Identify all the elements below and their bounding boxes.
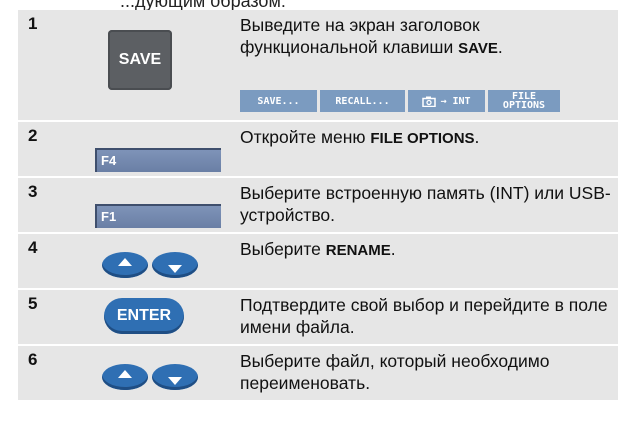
step-row-1: 1 SAVE Выведите на экран заголовок функц… xyxy=(18,10,618,122)
step-text: Выберите файл, который необходимо переим… xyxy=(240,351,550,393)
step-number: 2 xyxy=(28,126,38,145)
save-key-icon: SAVE xyxy=(108,30,172,90)
function-key-menu: SAVE... RECALL... → INT FILE OPTIONS xyxy=(240,90,560,112)
step-text: Выведите на экран заголовок функциональн… xyxy=(240,15,503,57)
step-row-2: 2 F4 Откройте меню FILE OPTIONS. xyxy=(18,122,618,178)
step-number: 4 xyxy=(28,238,38,257)
menu-item-save: SAVE... xyxy=(240,90,320,112)
arrow-down-icon xyxy=(152,364,198,390)
step-row-5: 5 ENTER Подтвердите свой выбор и перейди… xyxy=(18,290,618,346)
menu-item-file-options: FILE OPTIONS xyxy=(488,90,560,112)
arrow-up-icon xyxy=(102,364,148,390)
f4-key-icon: F4 xyxy=(95,148,221,172)
enter-key-icon: ENTER xyxy=(104,298,184,334)
step-text: Подтвердите свой выбор и перейдите в пол… xyxy=(240,295,608,337)
step-text: Выберите RENAME. xyxy=(240,239,396,259)
step-number: 5 xyxy=(28,294,38,313)
menu-item-camera-int: → INT xyxy=(408,90,488,112)
step-number: 6 xyxy=(28,350,38,369)
menu-item-recall: RECALL... xyxy=(320,90,408,112)
arrow-up-icon xyxy=(102,252,148,278)
step-text: Выберите встроенную память (INT) или USB… xyxy=(240,183,611,225)
steps-table: 1 SAVE Выведите на экран заголовок функц… xyxy=(18,10,618,402)
step-number: 1 xyxy=(28,14,38,33)
step-text: Откройте меню FILE OPTIONS. xyxy=(240,127,480,147)
arrow-down-icon xyxy=(152,252,198,278)
step-row-4: 4 Выберите RENAME. xyxy=(18,234,618,290)
step-row-3: 3 F1 Выберите встроенную память (INT) ил… xyxy=(18,178,618,234)
f1-key-icon: F1 xyxy=(95,204,221,228)
camera-icon xyxy=(422,96,437,107)
step-number: 3 xyxy=(28,182,38,201)
step-row-6: 6 Выберите файл, который необходимо пере… xyxy=(18,346,618,402)
